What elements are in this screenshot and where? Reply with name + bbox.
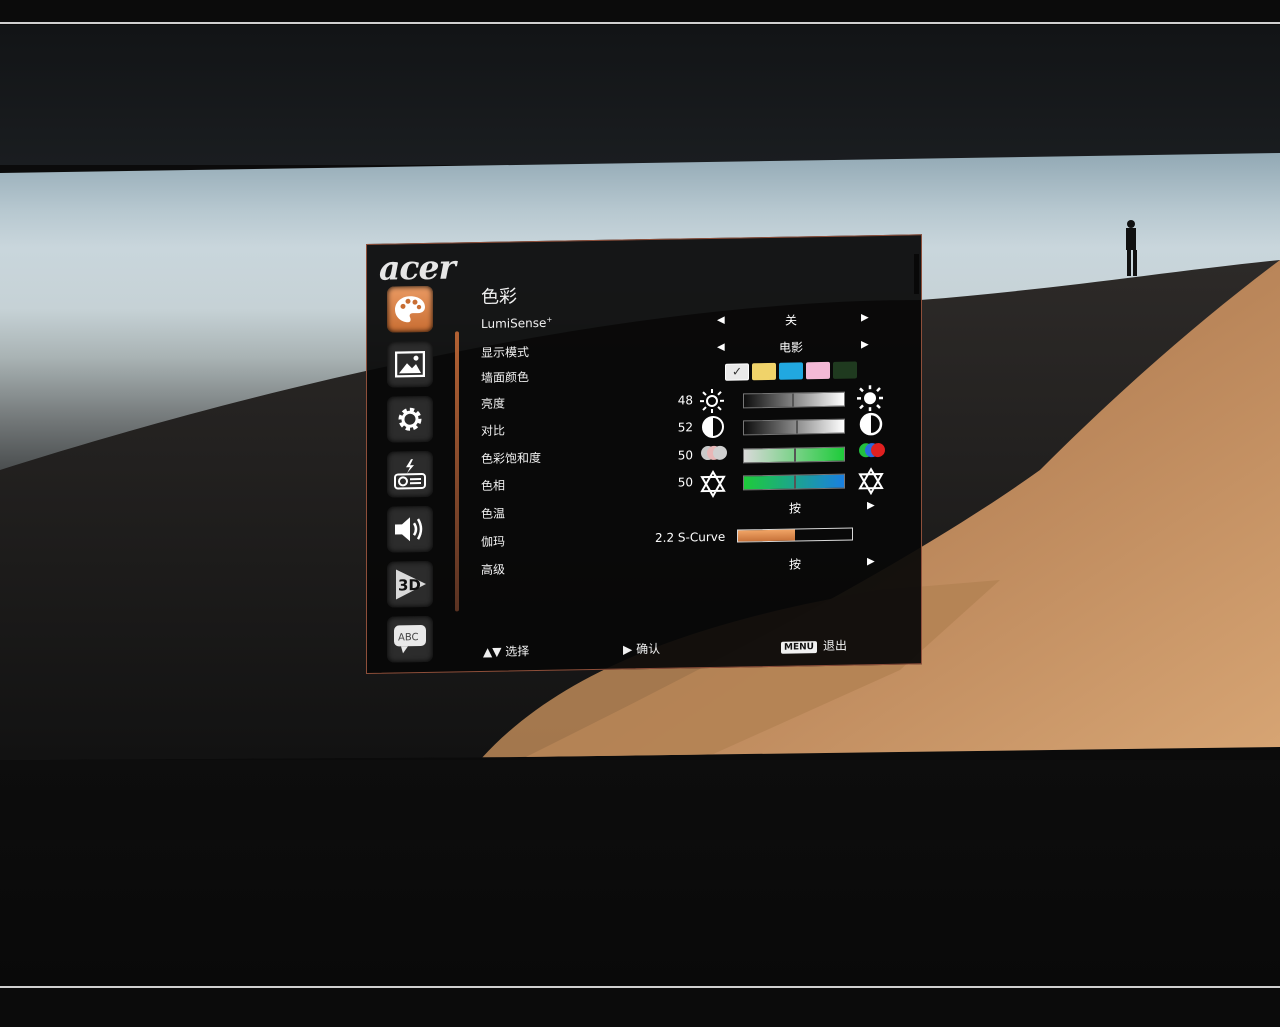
arrow-right-icon[interactable]: ▶ [867, 556, 875, 567]
3d-icon: 3D [396, 569, 426, 600]
sidebar-item-color[interactable] [387, 285, 433, 333]
contrast-high-icon [859, 412, 883, 436]
brightness-label: 亮度 [481, 396, 506, 411]
check-icon: ✓ [732, 364, 743, 379]
room-wall [0, 25, 1280, 165]
wall-color-swatch[interactable] [806, 361, 830, 380]
color-temp-value: 按 [788, 501, 801, 516]
brightness-value: 48 [677, 393, 693, 408]
projector-icon [394, 459, 426, 490]
sidebar: 3D ABC [387, 285, 443, 672]
saturation-low-icon [701, 445, 727, 461]
footer-confirm-label: 确认 [636, 641, 661, 657]
wall-color-swatch[interactable] [779, 362, 803, 380]
sidebar-item-audio[interactable] [387, 505, 433, 553]
frame-top-line [0, 22, 1280, 24]
speaker-icon [395, 517, 423, 542]
image-icon [395, 350, 425, 378]
color-temp-label: 色温 [481, 506, 506, 521]
hue-slider[interactable] [743, 473, 845, 491]
arrow-left-icon[interactable]: ◀ [717, 315, 725, 326]
brightness-slider[interactable] [743, 391, 845, 409]
wall-color-swatch[interactable] [752, 362, 776, 381]
advanced-value: 按 [788, 557, 801, 572]
footer-exit-label: 退出 [822, 638, 847, 654]
arrow-left-icon[interactable]: ◀ [717, 342, 725, 353]
saturation-label: 色彩饱和度 [481, 450, 542, 466]
sun-dim-icon [700, 388, 724, 413]
osd-menu: acer 3D ABC 色彩 LumiSense+ ◀ 关 ▶ 显示模式 ◀ 电… [366, 234, 922, 674]
hue-left-icon [700, 469, 726, 498]
sidebar-item-projector[interactable] [387, 450, 433, 498]
language-abc-icon: ABC [394, 625, 426, 654]
footer-select-label: 选择 [505, 644, 530, 659]
sidebar-item-language[interactable]: ABC [387, 615, 433, 663]
gear-icon [398, 407, 422, 431]
contrast-slider[interactable] [743, 418, 845, 436]
frame-bottom-line [0, 986, 1280, 988]
gamma-progress[interactable] [737, 527, 853, 543]
page-title: 色彩 [481, 286, 517, 308]
gamma-progress-fill [738, 529, 795, 542]
arrow-right-icon[interactable]: ▶ [861, 312, 869, 323]
footer-exit-hint: MENU 退出 [781, 637, 847, 655]
wall-color-swatch[interactable]: ✓ [725, 363, 749, 381]
lumisense-value: 关 [784, 313, 797, 328]
sidebar-divider [455, 331, 459, 612]
right-arrow-icon: ▶ [623, 642, 633, 657]
wall-color-label: 墙面颜色 [481, 370, 530, 385]
sidebar-item-image[interactable] [387, 340, 433, 388]
sidebar-item-3d[interactable]: 3D [387, 560, 433, 608]
saturation-high-icon [859, 443, 885, 458]
menu-button-badge: MENU [781, 640, 817, 654]
sidebar-item-settings[interactable] [387, 395, 433, 443]
gamma-label: 伽玛 [481, 534, 506, 549]
display-mode-label: 显示模式 [481, 345, 530, 360]
contrast-value: 52 [677, 420, 693, 435]
contrast-label: 对比 [481, 423, 506, 438]
footer-select-hint: ▲▼ 选择 [483, 642, 529, 660]
arrow-right-icon[interactable]: ▶ [861, 339, 869, 350]
arrow-right-icon[interactable]: ▶ [867, 500, 875, 511]
contrast-low-icon [702, 415, 724, 438]
lumisense-label: LumiSense+ [481, 315, 553, 331]
room-floor [0, 760, 1280, 987]
palette-icon [395, 296, 425, 323]
saturation-slider[interactable] [743, 446, 845, 464]
display-mode-value: 电影 [778, 340, 803, 355]
hue-label: 色相 [481, 478, 506, 493]
sun-bright-icon [857, 385, 883, 412]
up-down-arrows-icon: ▲▼ [483, 644, 502, 659]
saturation-value: 50 [677, 448, 693, 463]
svg-text:3D: 3D [398, 576, 421, 594]
footer-confirm-hint: ▶ 确认 [623, 640, 660, 658]
acer-logo: acer [379, 247, 455, 288]
svg-text:ABC: ABC [398, 632, 419, 643]
hue-value: 50 [677, 475, 693, 490]
menu-row-advanced[interactable]: 高级 按 ▶ [481, 549, 911, 583]
gamma-value: 2.2 S-Curve [655, 529, 726, 545]
wall-color-swatch[interactable] [833, 361, 857, 379]
hue-right-icon [858, 467, 884, 496]
advanced-label: 高级 [481, 562, 506, 577]
